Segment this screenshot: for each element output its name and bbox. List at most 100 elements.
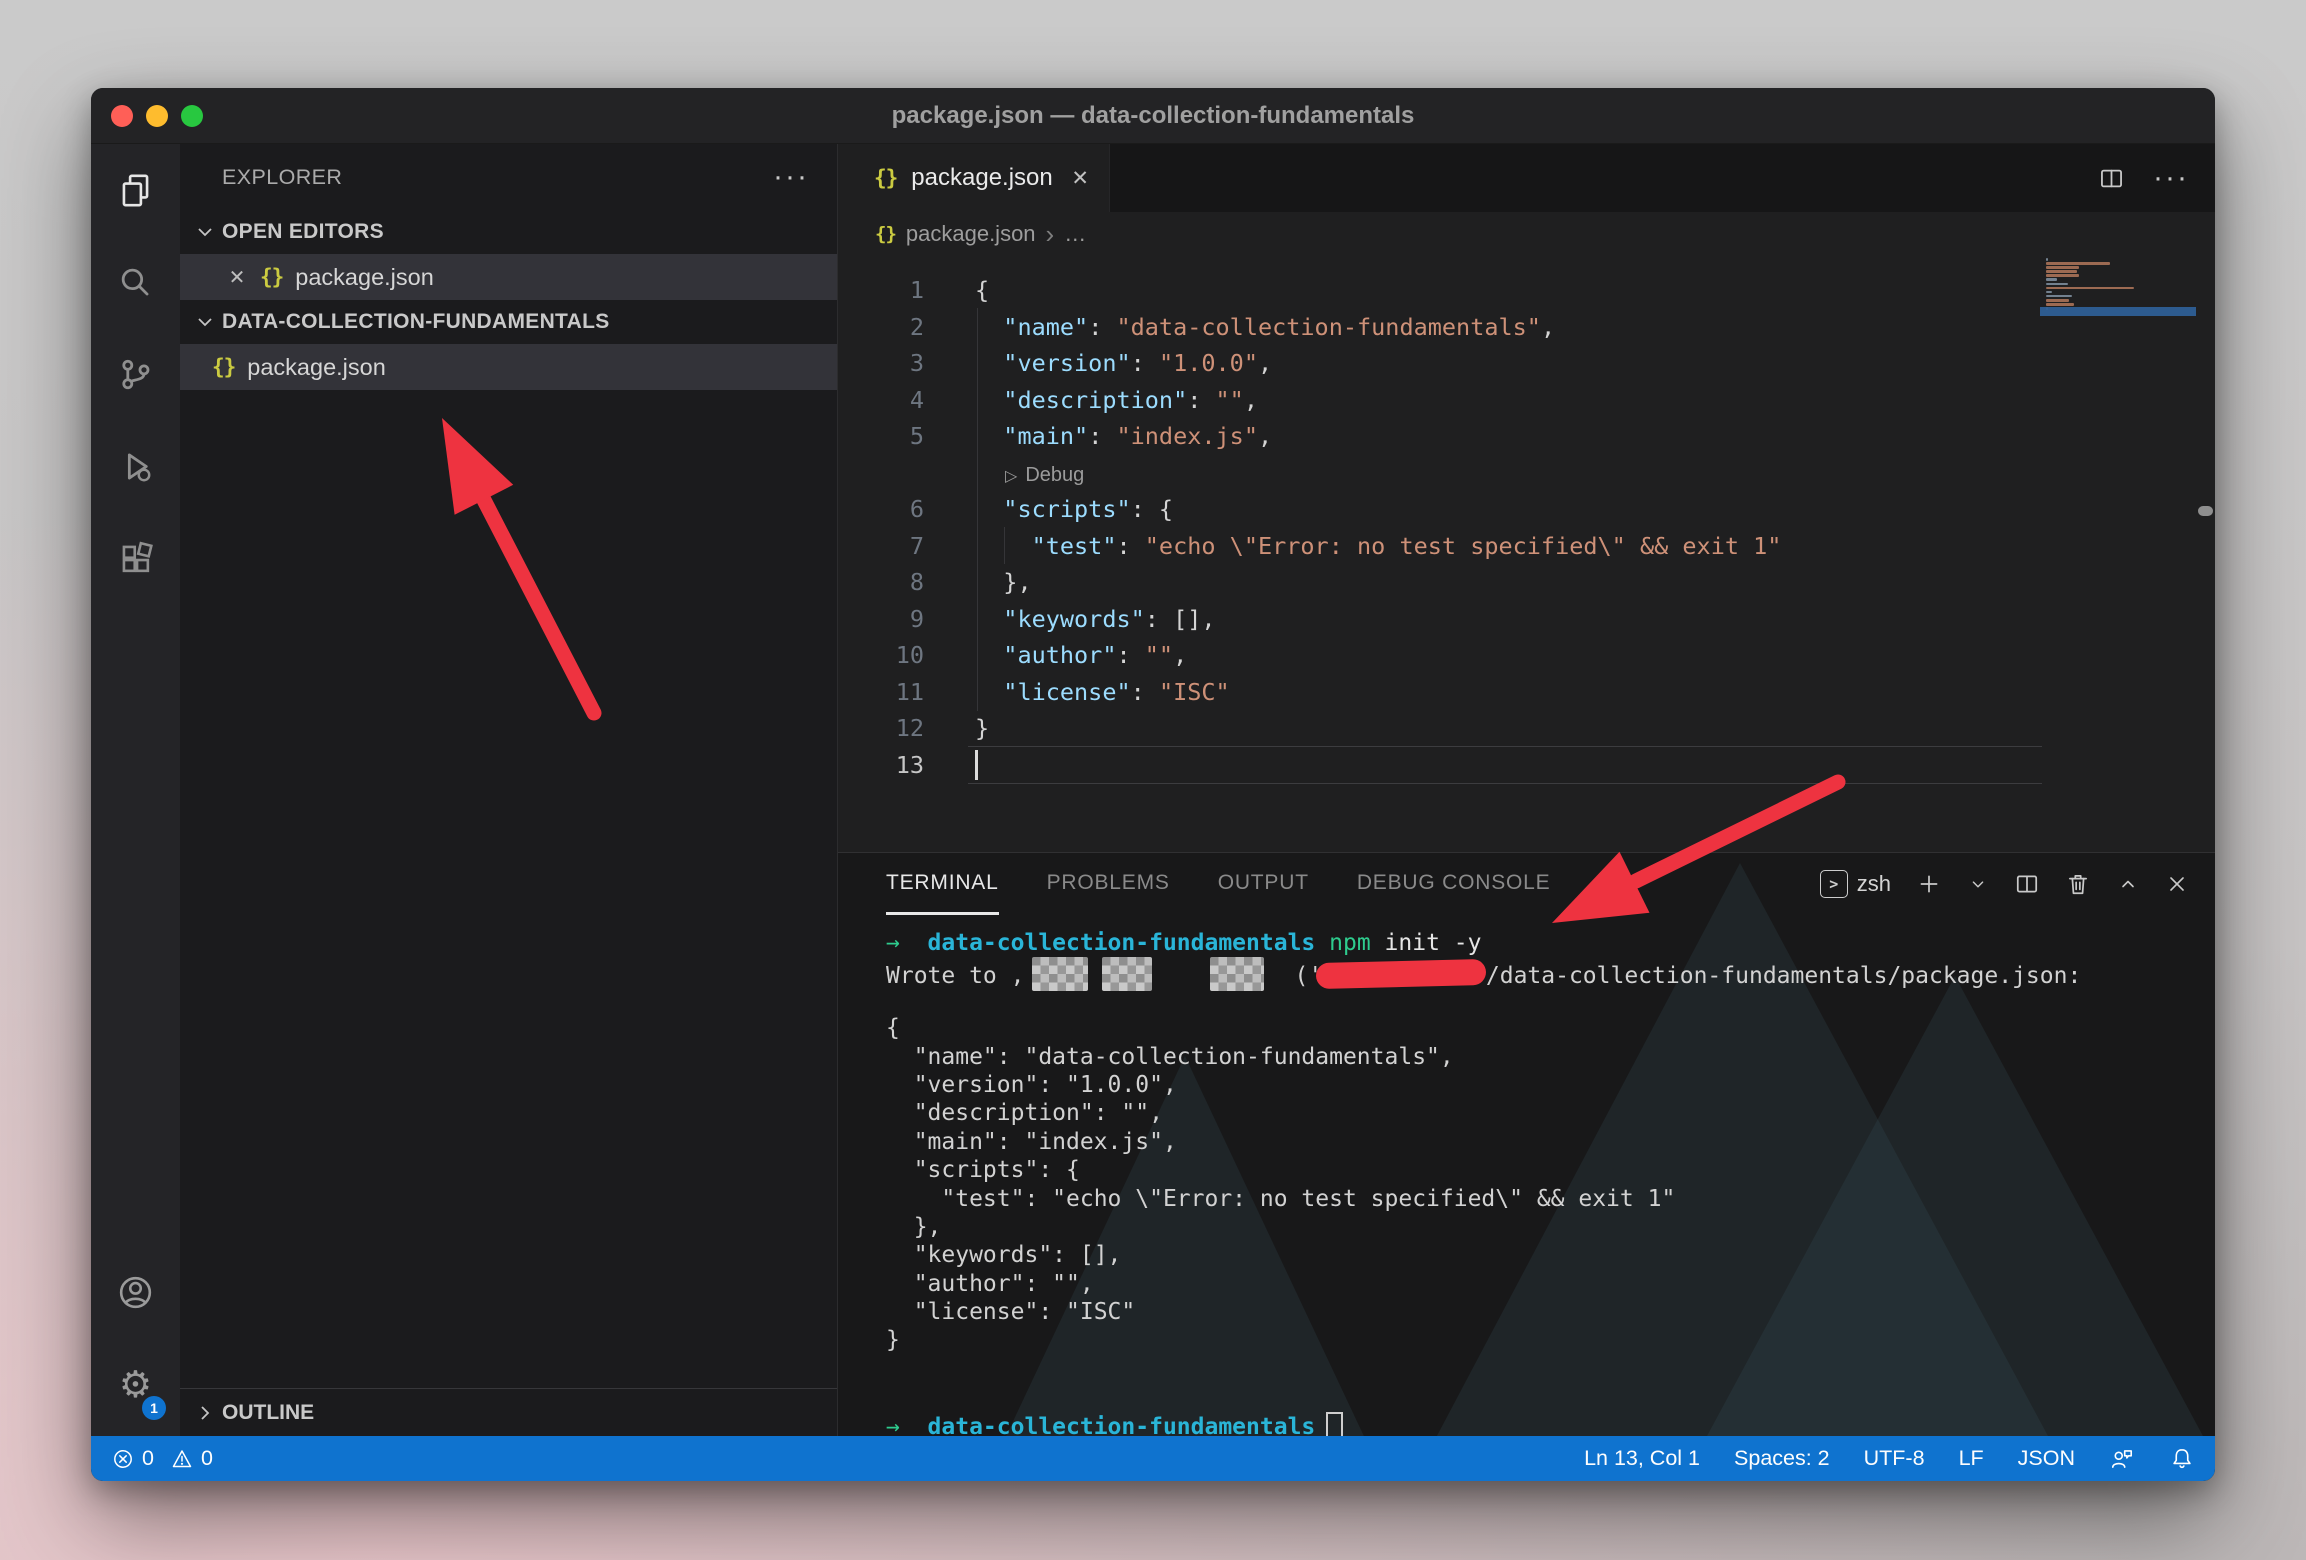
- editor-tab-bar: {} package.json ✕ ···: [838, 144, 2215, 212]
- minimap-line: [2046, 266, 2079, 269]
- terminal-line: [886, 1355, 2215, 1383]
- code-line: 5 "main": "index.js",: [838, 418, 2215, 455]
- terminal-line: "license": "ISC": [886, 1298, 2215, 1326]
- tab-debug-console[interactable]: DEBUG CONSOLE: [1357, 853, 1551, 915]
- status-bar: 0 0 Ln 13, Col 1 Spaces: 2 UTF-8 LF JSON: [91, 1436, 2215, 1481]
- minimize-window-button[interactable]: [146, 105, 168, 127]
- account-icon[interactable]: [91, 1246, 180, 1338]
- split-terminal-icon[interactable]: [2014, 871, 2040, 897]
- trash-icon[interactable]: [2065, 871, 2091, 897]
- minimap-line: [2046, 287, 2134, 290]
- code-line: 10 "author": "",: [838, 637, 2215, 674]
- terminal-line: "keywords": [],: [886, 1241, 2215, 1269]
- redaction-pixelated-3: [1210, 957, 1264, 991]
- minimap-line: [2046, 295, 2072, 298]
- code-line: 2 "name": "data-collection-fundamentals"…: [838, 309, 2215, 346]
- warning-count: 0: [201, 1446, 213, 1471]
- terminal-prompt-line: → data-collection-fundamentals: [886, 1412, 2215, 1436]
- problems-indicator[interactable]: 0 0: [111, 1446, 213, 1471]
- new-terminal-icon[interactable]: [1916, 871, 1942, 897]
- editor-more-actions-icon[interactable]: ···: [2153, 168, 2189, 188]
- zoom-window-button[interactable]: [181, 105, 203, 127]
- chevron-down-icon[interactable]: [1967, 873, 1989, 895]
- terminal-icon: >: [1820, 870, 1848, 898]
- breadcrumb-more[interactable]: …: [1064, 221, 1086, 247]
- terminal-cursor: [1326, 1412, 1343, 1436]
- tab-output[interactable]: OUTPUT: [1218, 853, 1309, 915]
- open-editor-item-package-json[interactable]: ✕ {} package.json: [180, 254, 837, 300]
- minimap[interactable]: [2040, 258, 2196, 318]
- terminal-output[interactable]: → data-collection-fundamentals npm init …: [838, 915, 2215, 1436]
- terminal-wrote-line: Wrote to ,('Pl/data-collection-fundament…: [886, 957, 2215, 985]
- close-editor-icon[interactable]: ✕: [224, 265, 250, 290]
- extensions-icon[interactable]: [91, 512, 180, 604]
- code-line: 7 "test": "echo \"Error: no test specifi…: [838, 528, 2215, 565]
- breadcrumb[interactable]: {} package.json › …: [838, 212, 2215, 256]
- close-window-button[interactable]: [111, 105, 133, 127]
- minimap-line: [2046, 303, 2074, 306]
- explorer-sidebar: EXPLORER ··· OPEN EDITORS ✕ {} package.j…: [180, 144, 838, 1436]
- terminal-line: "description": "",: [886, 1099, 2215, 1127]
- terminal-line: "test": "echo \"Error: no test specified…: [886, 1185, 2215, 1213]
- feedback-icon[interactable]: [2109, 1446, 2135, 1472]
- tab-terminal[interactable]: TERMINAL: [886, 853, 999, 915]
- code-line: 3 "version": "1.0.0",: [838, 345, 2215, 382]
- shell-selector[interactable]: > zsh: [1820, 870, 1891, 898]
- tab-problems[interactable]: PROBLEMS: [1047, 853, 1170, 915]
- traffic-lights: [111, 105, 203, 127]
- code-editor[interactable]: 1{2 "name": "data-collection-fundamental…: [838, 256, 2215, 852]
- terminal-panel: TERMINAL PROBLEMS OUTPUT DEBUG CONSOLE >…: [838, 852, 2215, 1436]
- redaction-pixelated-2: [1102, 957, 1152, 991]
- minimap-line: [2046, 274, 2079, 277]
- json-file-icon: {}: [875, 223, 896, 245]
- window-title: package.json — data-collection-fundament…: [91, 88, 2215, 144]
- breadcrumb-file[interactable]: package.json: [906, 221, 1036, 247]
- file-item-package-json[interactable]: {} package.json: [180, 344, 837, 390]
- error-count: 0: [142, 1446, 154, 1471]
- open-editors-section-header[interactable]: OPEN EDITORS: [180, 210, 837, 254]
- minimap-current-line: [2040, 307, 2196, 316]
- code-line: 9 "keywords": [],: [838, 601, 2215, 638]
- chevron-down-icon: [194, 311, 216, 333]
- folder-section-header[interactable]: DATA-COLLECTION-FUNDAMENTALS: [180, 300, 837, 344]
- explorer-icon[interactable]: [91, 144, 180, 236]
- code-line: 13: [838, 747, 2215, 784]
- close-tab-icon[interactable]: ✕: [1065, 164, 1095, 193]
- language-mode[interactable]: JSON: [2018, 1446, 2075, 1471]
- tab-package-json[interactable]: {} package.json ✕: [838, 144, 1110, 212]
- minimap-line: [2046, 258, 2048, 261]
- error-icon: [111, 1447, 135, 1471]
- explorer-actions-icon[interactable]: ···: [773, 167, 809, 187]
- terminal-line: "name": "data-collection-fundamentals",: [886, 1043, 2215, 1071]
- breadcrumb-chevron-icon: ›: [1046, 224, 1055, 244]
- minimap-line: [2046, 283, 2068, 286]
- json-file-icon: {}: [260, 265, 283, 289]
- settings-gear-icon[interactable]: ⚙ 1: [91, 1338, 180, 1430]
- terminal-line: "main": "index.js",: [886, 1128, 2215, 1156]
- activity-bar: ⚙ 1: [91, 144, 180, 1436]
- minimap-line: [2046, 299, 2069, 302]
- notifications-bell-icon[interactable]: [2169, 1446, 2195, 1472]
- json-file-icon: {}: [874, 166, 897, 190]
- search-icon[interactable]: [91, 236, 180, 328]
- shell-name: zsh: [1857, 871, 1891, 897]
- minimap-line: [2046, 262, 2110, 265]
- run-debug-icon[interactable]: [91, 420, 180, 512]
- split-editor-icon[interactable]: [2098, 165, 2125, 192]
- close-panel-icon[interactable]: [2165, 872, 2189, 896]
- codelens-row[interactable]: ▷Debug: [838, 455, 2215, 492]
- source-control-icon[interactable]: [91, 328, 180, 420]
- terminal-line: },: [886, 1213, 2215, 1241]
- redaction-marker: [1316, 959, 1487, 989]
- debug-codelens[interactable]: ▷Debug: [1005, 464, 1084, 486]
- warning-icon: [170, 1447, 194, 1471]
- title-bar[interactable]: package.json — data-collection-fundament…: [91, 88, 2215, 144]
- eol-sequence[interactable]: LF: [1959, 1446, 1984, 1471]
- encoding[interactable]: UTF-8: [1864, 1446, 1925, 1471]
- indentation[interactable]: Spaces: 2: [1734, 1446, 1830, 1471]
- chevron-up-icon[interactable]: [2116, 872, 2140, 896]
- outline-section-header[interactable]: OUTLINE: [180, 1388, 837, 1436]
- scrollbar-thumb[interactable]: [2198, 506, 2213, 516]
- cursor-position[interactable]: Ln 13, Col 1: [1584, 1446, 1700, 1471]
- terminal-line: "author": "",: [886, 1270, 2215, 1298]
